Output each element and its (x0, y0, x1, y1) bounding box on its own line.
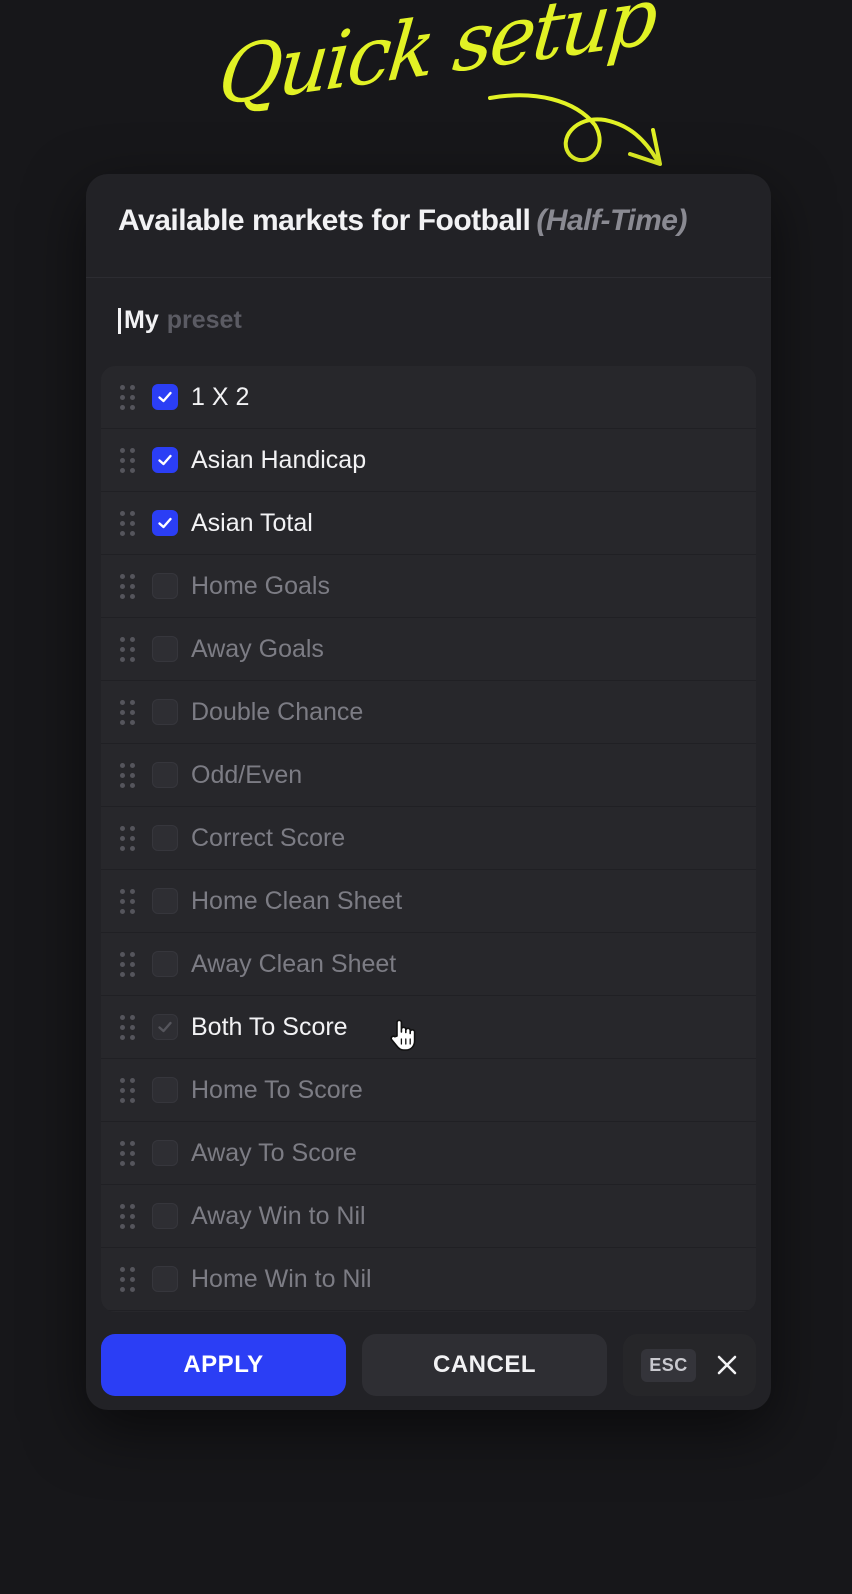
checkmark-icon (158, 454, 172, 466)
market-label: Correct Score (191, 823, 346, 852)
drag-handle-icon[interactable] (120, 1014, 136, 1040)
text-caret (118, 307, 121, 334)
market-label: Double Chance (191, 697, 364, 726)
market-checkbox[interactable] (152, 825, 178, 851)
market-label: Home Win to Nil (191, 1264, 372, 1293)
modal-header: Available markets for Football (Half-Time… (86, 174, 771, 278)
drag-handle-icon[interactable] (120, 951, 136, 977)
market-checkbox[interactable] (152, 762, 178, 788)
market-checkbox[interactable] (152, 384, 178, 410)
esc-key-badge: ESC (641, 1348, 696, 1382)
market-row[interactable]: Asian Total (101, 492, 756, 555)
market-row[interactable]: Home Clean Sheet (101, 870, 756, 933)
drag-handle-icon[interactable] (120, 1077, 136, 1103)
quick-setup-annotation: Quick setup (205, 0, 685, 180)
market-checkbox[interactable] (152, 1266, 178, 1292)
drag-handle-icon[interactable] (120, 510, 136, 536)
market-row[interactable]: Away Goals (101, 618, 756, 681)
drag-handle-icon[interactable] (120, 1266, 136, 1292)
drag-handle-icon[interactable] (120, 384, 136, 410)
drag-handle-icon[interactable] (120, 1203, 136, 1229)
modal-subtitle: (Half-Time) (536, 204, 687, 237)
drag-handle-icon[interactable] (120, 636, 136, 662)
market-row[interactable]: Odd/Even (101, 744, 756, 807)
modal-footer: APPLY CANCEL ESC (101, 1334, 761, 1396)
market-label: Home Goals (191, 571, 330, 600)
market-checkbox[interactable] (152, 888, 178, 914)
market-checkbox[interactable] (152, 951, 178, 977)
market-row[interactable]: 1 X 2 (101, 366, 756, 429)
drag-handle-icon[interactable] (120, 699, 136, 725)
markets-modal: Available markets for Football (Half-Time… (86, 174, 771, 1410)
market-row[interactable]: Home To Score (101, 1059, 756, 1122)
market-label: Away Win to Nil (191, 1201, 366, 1230)
market-label: Away To Score (191, 1138, 357, 1167)
drag-handle-icon[interactable] (120, 447, 136, 473)
close-button[interactable]: ESC (623, 1334, 756, 1396)
market-label: Odd/Even (191, 760, 303, 789)
drag-handle-icon[interactable] (120, 762, 136, 788)
drag-handle-icon[interactable] (120, 1140, 136, 1166)
market-row[interactable]: Correct Score (101, 807, 756, 870)
close-icon (716, 1354, 738, 1376)
market-label: Asian Handicap (191, 445, 367, 474)
apply-button[interactable]: APPLY (101, 1334, 346, 1396)
market-label: Away Goals (191, 634, 324, 663)
market-row[interactable]: Home Goals (101, 555, 756, 618)
drag-handle-icon[interactable] (120, 825, 136, 851)
market-label: Home Clean Sheet (191, 886, 403, 915)
preset-placeholder: preset (166, 306, 242, 334)
market-row[interactable]: Away To Score (101, 1122, 756, 1185)
checkmark-icon (158, 391, 172, 403)
market-row[interactable]: Both To Score (101, 996, 756, 1059)
market-label: Away Clean Sheet (191, 949, 397, 978)
modal-title: Available markets for Football (Half-Time… (118, 204, 741, 238)
cancel-button[interactable]: CANCEL (362, 1334, 607, 1396)
checkmark-icon (158, 517, 172, 529)
market-label: 1 X 2 (191, 382, 250, 411)
market-list[interactable]: 1 X 2 Asian Handicap Asian Total Home Goals… (101, 366, 756, 1312)
market-checkbox[interactable] (152, 1014, 178, 1040)
preset-row: My preset (86, 278, 771, 364)
market-row[interactable]: Asian Handicap (101, 429, 756, 492)
market-checkbox[interactable] (152, 447, 178, 473)
market-checkbox[interactable] (152, 1140, 178, 1166)
market-checkbox[interactable] (152, 510, 178, 536)
drag-handle-icon[interactable] (120, 888, 136, 914)
market-checkbox[interactable] (152, 1077, 178, 1103)
market-row[interactable]: Away Win to Nil (101, 1185, 756, 1248)
market-row[interactable]: Double Chance (101, 681, 756, 744)
checkmark-icon (158, 1021, 172, 1033)
market-label: Both To Score (191, 1012, 348, 1041)
drag-handle-icon[interactable] (120, 573, 136, 599)
market-checkbox[interactable] (152, 636, 178, 662)
hand-pointer-icon (388, 1018, 418, 1052)
market-label: Home To Score (191, 1075, 363, 1104)
preset-value: My (124, 306, 159, 334)
market-checkbox[interactable] (152, 573, 178, 599)
market-row[interactable]: Home Win to Nil (101, 1248, 756, 1311)
modal-title-text: Available markets for Football (118, 204, 531, 237)
preset-name-input[interactable]: My preset (118, 306, 242, 335)
market-row[interactable]: Away Clean Sheet (101, 933, 756, 996)
market-checkbox[interactable] (152, 1203, 178, 1229)
market-label: Asian Total (191, 508, 313, 537)
market-checkbox[interactable] (152, 699, 178, 725)
